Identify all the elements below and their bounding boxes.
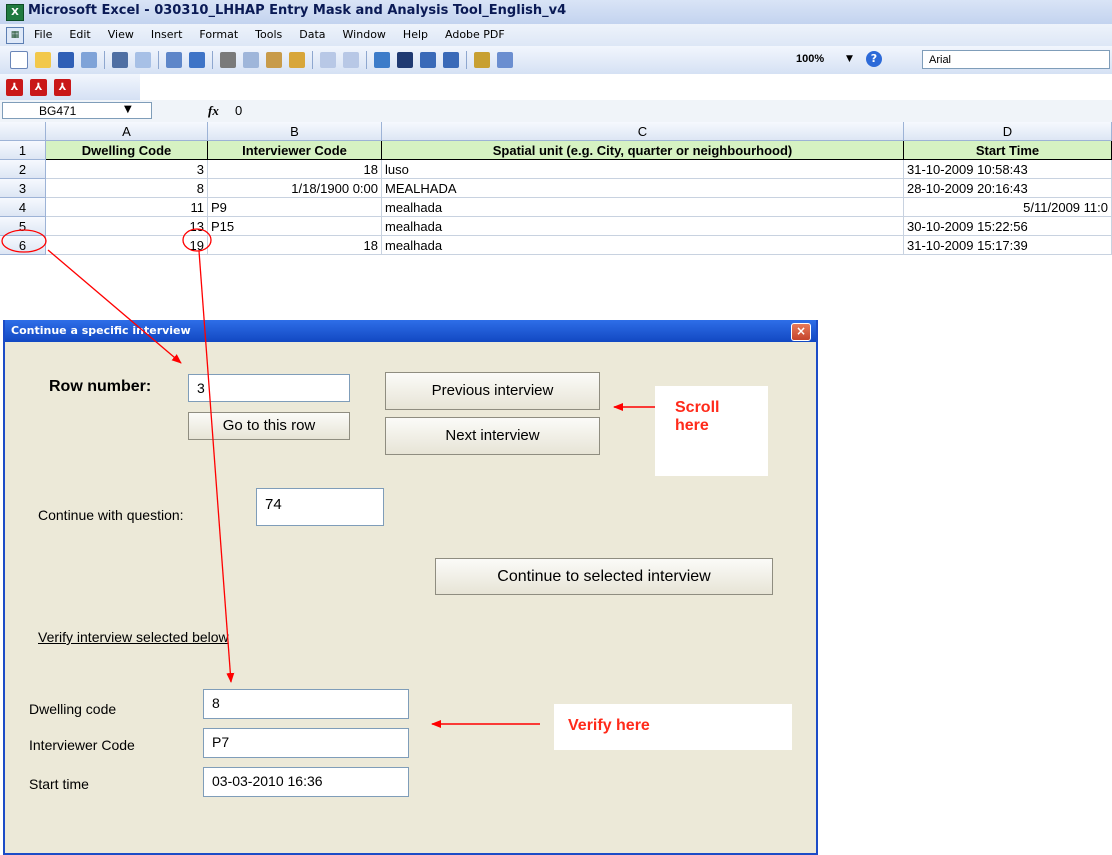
- arrow-to-dwelling-code: [198, 250, 235, 683]
- value-highlight-circle: [182, 228, 212, 252]
- annotation-overlay: [1, 228, 655, 728]
- arrow-to-row-number: [47, 249, 182, 364]
- row-highlight-circle: [1, 229, 47, 253]
